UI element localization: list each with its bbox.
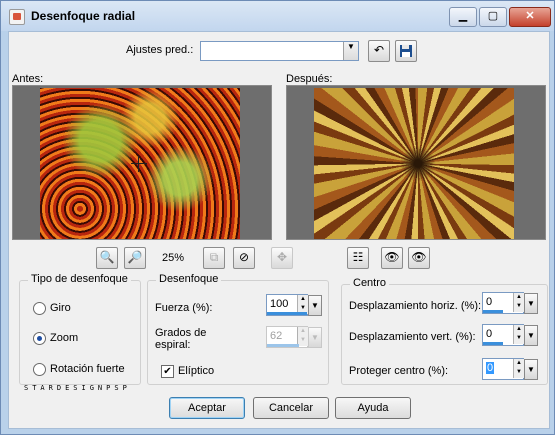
pan-icon: ✥ [276,250,288,264]
voffset-updown[interactable]: ▲ ▼ [513,325,524,344]
save-preset-button[interactable] [395,40,417,62]
revert-preset-button[interactable]: ↶ [368,40,390,62]
protect-updown[interactable]: ▲ ▼ [513,359,524,378]
fit-window-icon: ⧉ [209,250,219,264]
hoffset-value[interactable]: 0 [486,296,492,308]
center-group: Centro Desplazamiento horiz. (%): 0 ▲ ▼ ▼… [341,277,548,385]
pan-button[interactable]: ✥ [271,247,293,269]
before-label: Antes: [12,73,44,85]
hoffset-label: Desplazamiento horiz. (%): [349,300,482,312]
strength-dropdown[interactable]: ▼ [308,295,322,316]
watermark-text: STARDESIGNPSP [24,384,131,392]
floppy-disk-icon [400,45,412,57]
zoom-in-button[interactable]: 🔎 [124,247,146,269]
spiral-label-line1: Grados de [155,327,207,339]
protect-spinbox[interactable]: 0 ▲ ▼ ▼ [482,358,538,380]
hoffset-spinbox[interactable]: 0 ▲ ▼ ▼ [482,292,538,314]
radio-giro[interactable] [33,302,46,315]
hoffset-slider-bar[interactable] [483,310,503,313]
strength-value[interactable]: 100 [270,298,288,310]
zoom-to-fit-button[interactable]: ⧉ [203,247,225,269]
cancel-button[interactable]: Cancelar [253,397,329,419]
eye-icon: 👁 [411,250,427,264]
voffset-slider-bar[interactable] [483,342,503,345]
presets-combobox[interactable]: ▼ [200,41,359,61]
center-legend: Centro [350,277,390,289]
strength-spinbox[interactable]: 100 ▲ ▼ ▼ [266,294,322,316]
minimize-button[interactable]: ▁ [449,7,477,27]
center-crosshair-icon[interactable] [131,156,147,172]
spiral-value[interactable]: 62 [270,330,282,342]
dialog-window: Desenfoque radial ▁ ▢ ✕ Ajustes pred.: ▼… [0,0,555,435]
proof-button[interactable]: 👁 [381,247,403,269]
after-preview-panel [286,85,546,240]
presets-label: Ajustes pred.: [126,44,194,56]
voffset-label: Desplazamiento vert. (%): [349,331,476,343]
blur-type-legend: Tipo de desenfoque [28,273,131,285]
preview-toggle-button[interactable]: ☷ [347,247,369,269]
radio-zoom-label[interactable]: Zoom [50,332,78,344]
hoffset-updown[interactable]: ▲ ▼ [513,293,524,312]
blur-type-group: Tipo de desenfoque Giro Zoom Rotación fu… [19,273,141,385]
after-label: Después: [286,73,333,85]
protect-label: Proteger centro (%): [349,365,449,377]
after-preview-image [314,88,514,239]
protect-value[interactable]: 0 [486,362,495,374]
radio-giro-label[interactable]: Giro [50,302,71,314]
dialog-client: Ajustes pred.: ▼ ↶ Antes: Después: 🔍 🔎 2… [8,31,550,429]
strength-label: Fuerza (%): [155,302,213,314]
strength-slider-bar[interactable] [267,312,307,315]
radio-rotacion-fuerte[interactable] [33,363,46,376]
hoffset-dropdown[interactable]: ▼ [524,293,538,314]
voffset-dropdown[interactable]: ▼ [524,325,538,346]
eye-lock-icon: 👁 [384,250,400,264]
voffset-spinbox[interactable]: 0 ▲ ▼ ▼ [482,324,538,346]
chevron-down-icon[interactable]: ▼ [343,42,358,60]
zoom-out-icon: 🔍 [99,250,115,264]
spiral-slider-bar[interactable] [267,344,299,347]
app-icon [9,9,25,25]
title-bar[interactable]: Desenfoque radial ▁ ▢ ✕ [1,1,554,31]
voffset-value[interactable]: 0 [486,328,492,340]
help-button[interactable]: Ayuda [335,397,411,419]
elliptical-label[interactable]: Elíptico [178,365,214,377]
spiral-spinbox[interactable]: 62 ▲ ▼ ▼ [266,326,322,348]
elliptical-checkbox[interactable]: ✔ [161,365,174,378]
zoom-level: 25% [162,252,185,264]
undo-arrow-icon: ↶ [373,43,385,57]
zoom-out-button[interactable]: 🔍 [96,247,118,269]
before-preview-panel[interactable] [12,85,272,240]
close-button[interactable]: ✕ [509,7,551,27]
ok-button[interactable]: Aceptar [169,397,245,419]
zoom-actual-icon: ⊘ [238,250,250,264]
zoom-100-button[interactable]: ⊘ [233,247,255,269]
spiral-dropdown[interactable]: ▼ [308,327,322,348]
blur-group: Desenfoque Fuerza (%): 100 ▲ ▼ ▼ Grados d… [147,273,329,385]
spiral-label-line2: espiral: [155,339,191,351]
auto-proof-button[interactable]: 👁 [408,247,430,269]
radio-zoom[interactable] [33,332,46,345]
radio-rotacion-fuerte-label[interactable]: Rotación fuerte [50,363,125,375]
blur-legend: Desenfoque [156,273,222,285]
layout-icon: ☷ [352,250,364,264]
window-title: Desenfoque radial [31,9,136,23]
zoom-in-icon: 🔎 [127,250,143,264]
maximize-button[interactable]: ▢ [479,7,507,27]
protect-dropdown[interactable]: ▼ [524,359,538,380]
